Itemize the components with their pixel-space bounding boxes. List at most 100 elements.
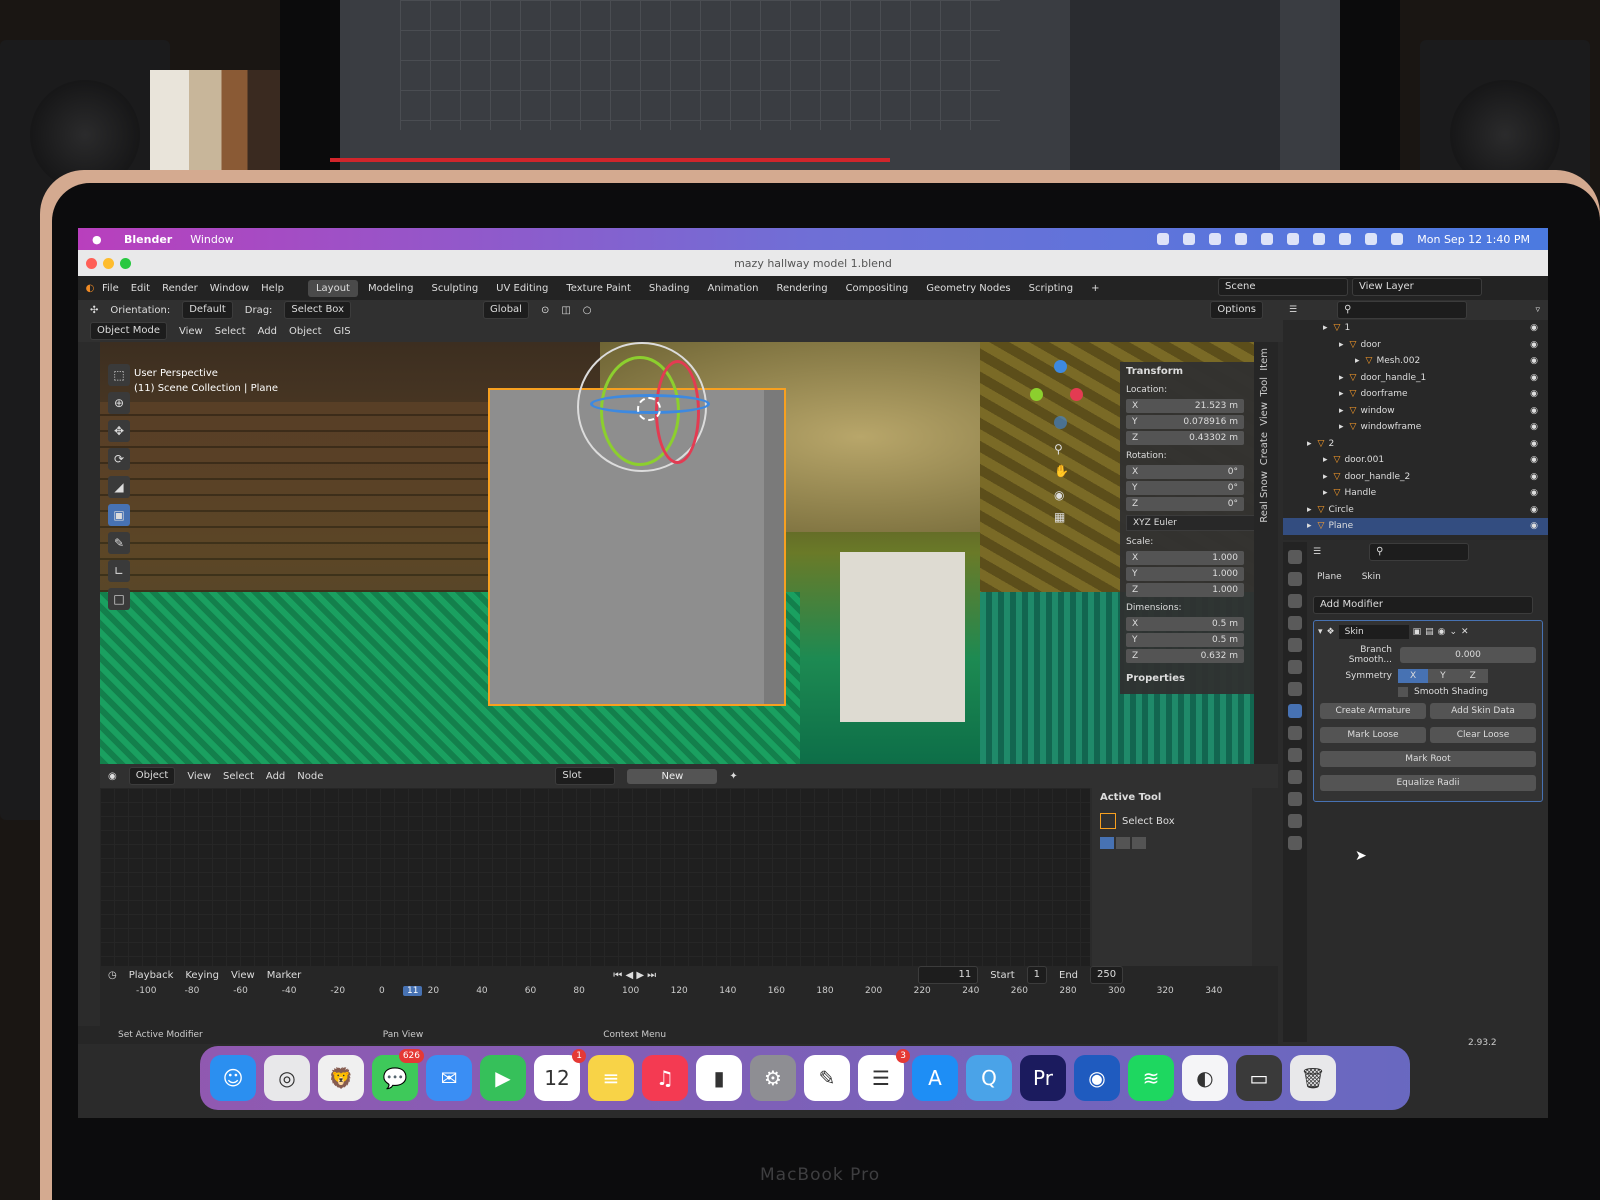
tab-scripting[interactable]: Scripting bbox=[1021, 280, 1081, 297]
view-layer-tab-icon[interactable] bbox=[1288, 616, 1302, 630]
create-armature-button[interactable]: Create Armature bbox=[1320, 703, 1426, 719]
timeline-ruler[interactable]: -100 -80 -60 -40 -20 0 20 40 60 80 100 120 140 160 180… bbox=[100, 986, 1278, 1002]
menu-keying[interactable]: Keying bbox=[185, 970, 219, 981]
dock-app-device[interactable]: ▭ bbox=[1236, 1055, 1282, 1101]
tab-texture-paint[interactable]: Texture Paint bbox=[558, 280, 639, 297]
rotation-z-field[interactable]: Z 0° bbox=[1126, 497, 1244, 511]
apple-icon[interactable]: ● bbox=[92, 233, 114, 246]
menu-edit[interactable]: Edit bbox=[131, 283, 150, 294]
clock[interactable]: Mon Sep 12 1:40 PM bbox=[1417, 233, 1530, 246]
cursor-icon[interactable]: ⊕ bbox=[108, 392, 130, 414]
select-box-icon[interactable] bbox=[1100, 813, 1116, 829]
expand-arrow-icon[interactable]: ▸ bbox=[1355, 356, 1360, 366]
object-tab-icon[interactable] bbox=[1288, 682, 1302, 696]
orientation-dropdown[interactable]: Default bbox=[182, 301, 233, 319]
measure-icon[interactable]: ∟ bbox=[108, 560, 130, 582]
node-editor-canvas[interactable] bbox=[100, 788, 1090, 968]
expand-arrow-icon[interactable]: ▸ bbox=[1307, 521, 1312, 531]
expand-arrow-icon[interactable]: ▸ bbox=[1339, 422, 1344, 432]
mode-new-icon[interactable] bbox=[1100, 837, 1114, 849]
tab-rendering[interactable]: Rendering bbox=[768, 280, 835, 297]
expand-arrow-icon[interactable]: ▸ bbox=[1339, 406, 1344, 416]
camera-icon[interactable]: ◉ bbox=[1054, 488, 1064, 502]
menu-window[interactable]: Window bbox=[210, 283, 249, 294]
viewport-menu-view[interactable]: View bbox=[179, 326, 203, 337]
select-box-icon[interactable]: ⬚ bbox=[108, 364, 130, 386]
proportional-icon[interactable]: ○ bbox=[583, 305, 592, 316]
select-tool-icon[interactable]: ✣ bbox=[90, 305, 98, 316]
visibility-eye-icon[interactable]: ◉ bbox=[1530, 389, 1538, 399]
dimension-y-field[interactable]: Y 0.5 m bbox=[1126, 633, 1244, 647]
tab-sculpting[interactable]: Sculpting bbox=[423, 280, 486, 297]
outliner-search-input[interactable]: ⚲ bbox=[1337, 301, 1468, 319]
menu-playback[interactable]: Playback bbox=[129, 970, 174, 981]
dock-app-premiere-pro[interactable]: Pr bbox=[1020, 1055, 1066, 1101]
z-axis-icon[interactable] bbox=[1054, 360, 1067, 373]
wifi-icon[interactable] bbox=[1313, 233, 1326, 245]
smooth-shading-checkbox[interactable] bbox=[1398, 687, 1408, 697]
expand-arrow-icon[interactable]: ▸ bbox=[1323, 323, 1328, 333]
visibility-eye-icon[interactable]: ◉ bbox=[1530, 439, 1538, 449]
shader-type-dropdown[interactable]: Object bbox=[128, 767, 176, 785]
constraints-tab-icon[interactable] bbox=[1288, 770, 1302, 784]
location-y-field[interactable]: Y 0.078916 m bbox=[1126, 415, 1244, 429]
tab-item[interactable]: Item bbox=[1259, 348, 1270, 371]
tab-view[interactable]: View bbox=[1259, 402, 1270, 426]
viewport-menu-add[interactable]: Add bbox=[258, 326, 277, 337]
snap-icon[interactable]: ◫ bbox=[561, 305, 570, 316]
editor-type-icon[interactable]: ☰ bbox=[1313, 547, 1321, 557]
x-axis-icon[interactable] bbox=[1070, 388, 1083, 401]
viewport-menu-gis[interactable]: GIS bbox=[334, 326, 351, 337]
render-tab-icon[interactable] bbox=[1288, 572, 1302, 586]
tab-shading[interactable]: Shading bbox=[641, 280, 698, 297]
visibility-eye-icon[interactable]: ◉ bbox=[1530, 373, 1538, 383]
editor-type-icon[interactable]: ◉ bbox=[108, 771, 117, 782]
expand-arrow-icon[interactable]: ▸ bbox=[1323, 472, 1328, 482]
blender-logo-icon[interactable]: ◐ bbox=[78, 283, 102, 294]
active-tool-title[interactable]: Active Tool bbox=[1100, 792, 1244, 803]
location-z-field[interactable]: Z 0.43302 m bbox=[1126, 431, 1244, 445]
material-tab-icon[interactable] bbox=[1288, 814, 1302, 828]
outliner-item[interactable]: ▸ ▽ Mesh.002 ◉ bbox=[1283, 353, 1548, 370]
add-cube-icon[interactable]: □ bbox=[108, 588, 130, 610]
outliner-item[interactable]: ▸ ▽ door_handle_1 ◉ bbox=[1283, 370, 1548, 387]
tab-tool[interactable]: Tool bbox=[1259, 377, 1270, 396]
scene-selector[interactable]: Scene bbox=[1218, 278, 1348, 296]
cc-icon[interactable] bbox=[1183, 233, 1196, 245]
current-frame-field[interactable]: 11 bbox=[918, 966, 979, 984]
bluetooth-icon[interactable] bbox=[1261, 233, 1274, 245]
outliner-item[interactable]: ▸ ▽ Plane ◉ bbox=[1283, 518, 1548, 535]
menu-help[interactable]: Help bbox=[261, 283, 284, 294]
neg-z-axis-icon[interactable] bbox=[1054, 416, 1067, 429]
symmetry-y-toggle[interactable]: Y bbox=[1428, 669, 1458, 683]
outliner-item[interactable]: ▸ ▽ 1 ◉ bbox=[1283, 320, 1548, 337]
transform-icon[interactable]: ▣ bbox=[108, 504, 130, 526]
visibility-eye-icon[interactable]: ◉ bbox=[1530, 323, 1538, 333]
visibility-eye-icon[interactable]: ◉ bbox=[1530, 340, 1538, 350]
dock-app-spotify[interactable]: ≋ bbox=[1128, 1055, 1174, 1101]
dock-app-messages[interactable]: 💬 626 bbox=[372, 1049, 424, 1101]
modifier-tab-icon[interactable] bbox=[1288, 704, 1302, 718]
collapse-icon[interactable]: ▾ bbox=[1318, 627, 1323, 637]
mark-loose-button[interactable]: Mark Loose bbox=[1320, 727, 1426, 743]
play-icon[interactable] bbox=[1209, 233, 1222, 245]
modifier-menu-icon[interactable]: ⌄ bbox=[1450, 627, 1458, 637]
moon-icon[interactable] bbox=[1235, 233, 1248, 245]
start-frame-field[interactable]: 1 bbox=[1026, 966, 1047, 984]
dock-app-notes[interactable]: ≡ bbox=[588, 1055, 634, 1101]
dimension-x-field[interactable]: X 0.5 m bbox=[1126, 617, 1244, 631]
zoom-icon[interactable]: ⚲ bbox=[1054, 442, 1063, 456]
mark-root-button[interactable]: Mark Root bbox=[1320, 751, 1536, 767]
dock-app-pages[interactable]: ✎ bbox=[804, 1055, 850, 1101]
scene-tab-icon[interactable] bbox=[1288, 638, 1302, 652]
pivot-icon[interactable]: ⊙ bbox=[541, 305, 549, 316]
equalize-radii-button[interactable]: Equalize Radii bbox=[1320, 775, 1536, 791]
y-axis-icon[interactable] bbox=[1030, 388, 1043, 401]
navigation-gizmo[interactable]: ⚲ ✋ ◉ ▦ bbox=[1030, 352, 1090, 532]
viewport-menu-object[interactable]: Object bbox=[289, 326, 322, 337]
battery-icon[interactable] bbox=[1287, 233, 1300, 245]
dock-app-airdrop[interactable]: ◎ bbox=[264, 1055, 310, 1101]
viewport-toggle-icon[interactable]: ▤ bbox=[1425, 627, 1434, 637]
options-dropdown[interactable]: Options bbox=[1210, 301, 1263, 319]
transform-orientation-dropdown[interactable]: Global bbox=[483, 301, 529, 319]
